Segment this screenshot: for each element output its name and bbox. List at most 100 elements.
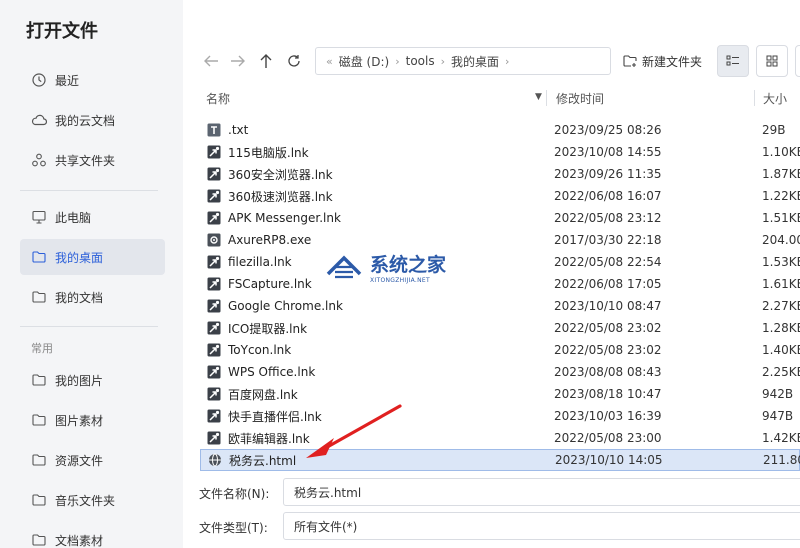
shortcut-icon xyxy=(206,210,222,226)
file-modified: 2023/09/25 08:26 xyxy=(554,123,662,137)
sidebar-divider xyxy=(20,190,158,191)
column-header-size[interactable]: 大小 xyxy=(763,90,787,107)
filename-field[interactable]: 税务云.html xyxy=(283,478,800,506)
file-row[interactable]: ToYcon.lnk 2022/05/08 23:02 1.40KB xyxy=(200,339,800,361)
back-button[interactable] xyxy=(198,48,224,74)
sidebar-item-doc-assets[interactable]: 文档素材 xyxy=(20,522,165,548)
file-name: 360安全浏览器.lnk xyxy=(228,167,333,182)
sidebar-item-this-pc[interactable]: 此电脑 xyxy=(20,199,165,235)
file-size: 1.51KB xyxy=(762,211,800,225)
sidebar-item-cloud-docs[interactable]: 我的云文档 xyxy=(20,102,165,138)
file-row[interactable]: 快手直播伴侣.lnk 2023/10/03 16:39 947B xyxy=(200,405,800,427)
column-divider[interactable] xyxy=(754,90,755,106)
file-row[interactable]: filezilla.lnk 2022/05/08 22:54 1.53KB xyxy=(200,251,800,273)
list-view-button[interactable] xyxy=(717,45,749,77)
file-name: 税务云.html xyxy=(229,453,297,468)
grid-view-button[interactable] xyxy=(756,45,788,77)
new-folder-label: 新建文件夹 xyxy=(642,54,703,69)
shortcut-icon xyxy=(206,386,222,402)
file-row[interactable]: 360安全浏览器.lnk 2023/09/26 11:35 1.87KB xyxy=(200,163,800,185)
file-row[interactable]: .txt 2023/09/25 08:26 29B xyxy=(200,119,800,141)
sidebar-item-my-pictures[interactable]: 我的图片 xyxy=(20,362,165,398)
file-list[interactable]: .txt 2023/09/25 08:26 29B 115电脑版.lnk 2023/10… xyxy=(200,119,800,473)
file-name: Google Chrome.lnk xyxy=(228,299,343,313)
file-row[interactable]: AxureRP8.exe 2017/03/30 22:18 204.00 xyxy=(200,229,800,251)
detail-view-button[interactable] xyxy=(795,45,800,77)
address-bar[interactable]: « 磁盘 (D:) › tools › 我的桌面 › xyxy=(315,47,611,75)
file-modified: 2022/05/08 22:54 xyxy=(554,255,662,269)
file-modified: 2023/08/18 10:47 xyxy=(554,387,662,401)
file-name: 欧菲编辑器.lnk xyxy=(228,431,310,446)
file-row[interactable]: ICO提取器.lnk 2022/05/08 23:02 1.28KB xyxy=(200,317,800,339)
monitor-icon xyxy=(31,209,47,225)
arrow-left-icon xyxy=(203,54,219,68)
file-modified: 2023/10/10 08:47 xyxy=(554,299,662,313)
folder-icon xyxy=(31,452,47,468)
file-row[interactable]: Google Chrome.lnk 2023/10/10 08:47 2.27KB xyxy=(200,295,800,317)
sidebar-item-shared[interactable]: 共享文件夹 xyxy=(20,142,165,178)
file-row[interactable]: 税务云.html 2023/10/10 14:05 211.80 xyxy=(200,449,800,471)
column-header-modified[interactable]: 修改时间 xyxy=(556,90,604,107)
new-folder-button[interactable]: 新建文件夹 xyxy=(623,50,702,72)
file-size: 2.25KB xyxy=(762,365,800,379)
sidebar-item-music-folder[interactable]: 音乐文件夹 xyxy=(20,482,165,518)
sidebar-item-my-desktop[interactable]: 我的桌面 xyxy=(20,239,165,275)
column-divider[interactable] xyxy=(546,90,547,106)
list-view-icon xyxy=(726,55,740,67)
file-row[interactable]: APK Messenger.lnk 2022/05/08 23:12 1.51KB xyxy=(200,207,800,229)
sidebar-item-label: 图片素材 xyxy=(55,413,104,428)
file-name: FSCapture.lnk xyxy=(228,277,312,291)
file-row[interactable]: 360极速浏览器.lnk 2022/06/08 16:07 1.22KB xyxy=(200,185,800,207)
shortcut-icon xyxy=(206,364,222,380)
cloud-icon xyxy=(31,112,47,128)
sidebar-item-recent[interactable]: 最近 xyxy=(20,62,165,98)
column-header-name[interactable]: 名称 xyxy=(206,90,230,107)
shortcut-icon xyxy=(206,254,222,270)
breadcrumb-item[interactable]: 磁盘 (D:) xyxy=(339,53,389,70)
sidebar-item-resource-files[interactable]: 资源文件 xyxy=(20,442,165,478)
file-name: ICO提取器.lnk xyxy=(228,321,308,336)
sidebar-divider xyxy=(20,326,158,327)
file-size: 1.28KB xyxy=(762,321,800,335)
file-row[interactable]: 百度网盘.lnk 2023/08/18 10:47 942B xyxy=(200,383,800,405)
share-icon xyxy=(31,152,47,168)
file-name: 115电脑版.lnk xyxy=(228,145,309,160)
folder-icon xyxy=(31,249,47,265)
refresh-button[interactable] xyxy=(281,48,307,74)
annotation-arrow-icon xyxy=(306,404,402,458)
breadcrumb-item[interactable]: 我的桌面 xyxy=(451,53,499,70)
file-modified: 2023/09/26 11:35 xyxy=(554,167,662,181)
file-row[interactable]: 115电脑版.lnk 2023/10/08 14:55 1.10KB xyxy=(200,141,800,163)
file-size: 947B xyxy=(762,409,794,423)
up-button[interactable] xyxy=(253,48,279,74)
grid-view-icon xyxy=(766,55,778,67)
folder-icon xyxy=(31,372,47,388)
sidebar-item-label: 共享文件夹 xyxy=(55,153,116,168)
file-row[interactable]: FSCapture.lnk 2022/06/08 17:05 1.61KB xyxy=(200,273,800,295)
file-name: AxureRP8.exe xyxy=(228,233,312,247)
file-name: APK Messenger.lnk xyxy=(228,211,341,225)
folder-icon xyxy=(31,492,47,508)
sidebar-item-my-documents[interactable]: 我的文档 xyxy=(20,279,165,315)
file-size: 2.27KB xyxy=(762,299,800,313)
new-folder-icon xyxy=(623,54,638,68)
file-size: 1.42KB xyxy=(762,431,800,445)
file-modified: 2022/05/08 23:12 xyxy=(554,211,662,225)
shortcut-icon xyxy=(206,298,222,314)
file-name: ToYcon.lnk xyxy=(228,343,292,357)
file-modified: 2022/05/08 23:02 xyxy=(554,343,662,357)
sidebar-item-image-assets[interactable]: 图片素材 xyxy=(20,402,165,438)
forward-button[interactable] xyxy=(225,48,251,74)
file-row[interactable]: WPS Office.lnk 2023/08/08 08:43 2.25KB xyxy=(200,361,800,383)
globe-icon xyxy=(207,452,223,468)
sidebar-item-label: 音乐文件夹 xyxy=(55,493,116,508)
sidebar-item-label: 我的云文档 xyxy=(55,113,116,128)
file-modified: 2022/06/08 17:05 xyxy=(554,277,662,291)
file-row[interactable]: 欧菲编辑器.lnk 2022/05/08 23:00 1.42KB xyxy=(200,427,800,449)
sort-down-icon[interactable]: ▼ xyxy=(535,92,542,102)
breadcrumb-item[interactable]: tools xyxy=(406,54,435,68)
filetype-select[interactable]: 所有文件(*) xyxy=(283,512,800,540)
file-size: 1.61KB xyxy=(762,277,800,291)
file-modified: 2017/03/30 22:18 xyxy=(554,233,662,247)
file-size: 29B xyxy=(762,123,786,137)
